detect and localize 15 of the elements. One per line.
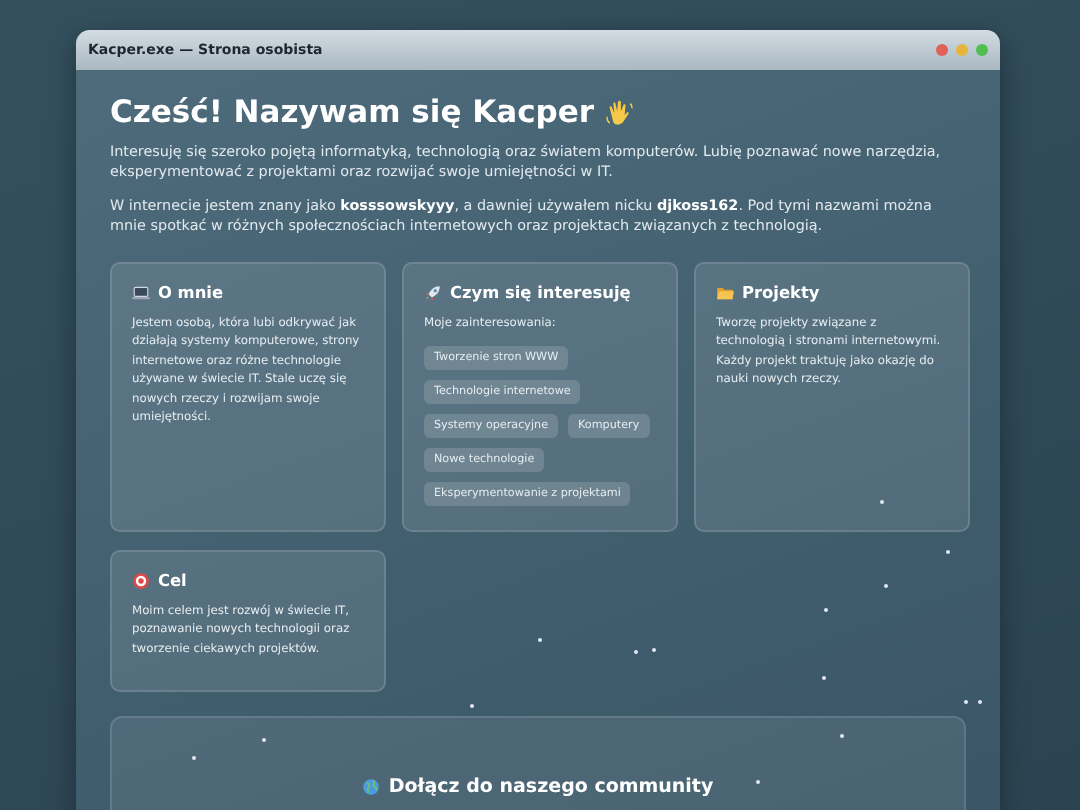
target-icon [132,571,150,589]
card-title: Projekty [742,282,820,302]
globe-icon [362,778,381,796]
community-title: Dołącz do naszego community [388,776,714,798]
waving-hand-icon [604,97,635,127]
maximize-button[interactable] [976,44,988,56]
folder-icon [716,283,734,301]
page-heading: Cześć! Nazywam się Kacper [110,94,595,130]
minimize-button[interactable] [956,44,968,56]
card-title: Czym się interesuję [450,282,631,302]
laptop-icon [132,283,150,301]
close-button[interactable] [936,44,948,56]
rocket-icon [424,283,442,301]
card-title: Cel [158,570,187,590]
card-title: O mnie [158,282,224,302]
